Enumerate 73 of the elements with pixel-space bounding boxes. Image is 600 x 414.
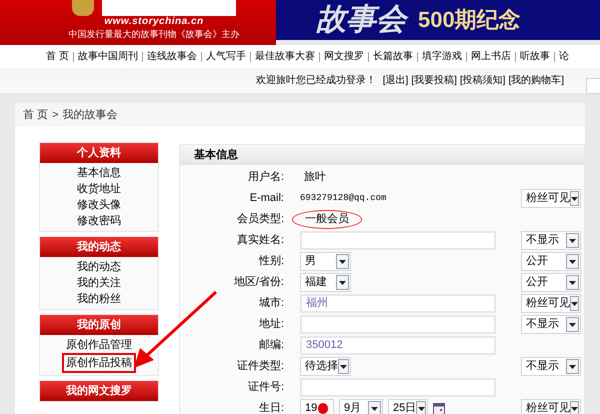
input-field[interactable] [300,231,496,250]
day-dropdown[interactable]: 25日 [388,399,428,414]
account-link[interactable]: [投稿须知] [460,73,506,88]
site-tagline: 中国发行量最大的故事刊物《故事会》主办 [68,28,240,40]
field-value: 一般会员 [292,210,362,229]
field-label: 真实姓名: [236,232,285,248]
privacy-dropdown[interactable]: 不显示 [521,315,581,334]
email-value: 693279128@qq.com [300,192,386,205]
field-label: 证件类型: [236,359,285,374]
form-heading: 基本信息 [180,145,584,165]
privacy-dropdown[interactable]: 不显示 [521,357,581,376]
field-label: 地址: [258,317,285,332]
input-field[interactable]: 福州 [300,294,496,313]
breadcrumb-link[interactable]: 首 页 [23,106,48,124]
dropdown[interactable]: 男 [300,252,351,271]
nav-link[interactable]: 人气写手 [206,49,246,64]
nav-link[interactable]: 网上书店 [470,49,511,64]
field-label: 生日: [258,401,285,414]
sidebar-heading: 个人资料 [40,143,158,163]
input-field[interactable] [300,315,496,334]
sidebar-link[interactable]: 我的关注 [75,275,123,291]
sidebar-link[interactable]: 原创作品投稿 [62,353,136,373]
field-label: 证件号: [246,380,285,396]
field-label: 邮编: [258,338,285,354]
nav-link[interactable]: 论 [558,49,569,64]
sidebar-link[interactable]: 修改头像 [75,197,123,213]
breadcrumb-separator: > [52,108,58,123]
nav-link[interactable]: 听故事 [520,49,550,64]
sidebar-link[interactable]: 基本信息 [75,165,123,181]
mascot-drawing [72,0,94,16]
sidebar-heading: 我的原创 [40,315,158,335]
welcome-text: 欢迎旅叶您已经成功登录！ [256,74,376,88]
field-label: 性别: [258,254,285,270]
sidebar-link[interactable]: 我的粉丝 [75,291,123,307]
account-link[interactable]: [我的购物车] [508,73,564,88]
dropdown[interactable]: 福建 [300,273,351,292]
sidebar-heading: 我的动态 [40,237,158,257]
sidebar-link[interactable]: 修改密码 [75,213,123,229]
banner-subtitle: 500期纪念 [418,9,521,31]
nav-link[interactable]: 连线故事会 [146,49,197,64]
field-value: 旅叶 [303,170,327,186]
sidebar-heading: 我的网文搜罗 [40,381,158,401]
sidebar-link[interactable]: 原创作品管理 [64,337,134,353]
nav-link[interactable]: 长篇故事 [372,49,413,64]
site-url: www.storychina.cn [104,16,204,28]
field-label: 地区/省份: [232,275,285,290]
privacy-dropdown[interactable]: 公开 [521,252,581,271]
dropdown[interactable]: 待选择 [300,357,351,376]
input-field[interactable]: 350012 [300,336,496,355]
nav-link[interactable]: 首 页 [46,49,69,64]
month-dropdown[interactable]: 9月 [339,399,383,414]
breadcrumb-link[interactable]: 我的故事会 [62,106,118,124]
year-input-field[interactable]: 19 [300,399,334,414]
nav-link[interactable]: 最佳故事大赛 [254,49,315,64]
privacy-dropdown[interactable]: 公开 [521,273,581,292]
sidebar-link[interactable]: 收货地址 [75,181,123,197]
field-label: E-mail: [248,191,285,206]
input-field[interactable] [300,378,496,397]
account-link[interactable]: [退出] [382,73,408,88]
field-label: 会员类型: [236,212,285,228]
privacy-dropdown[interactable]: 粉丝可见 [521,399,581,414]
calendar-icon[interactable] [433,402,445,414]
nav-link[interactable]: 填字游戏 [422,49,462,64]
privacy-dropdown[interactable]: 不显示 [521,231,581,250]
field-label: 用户名: [246,170,285,186]
nav-link[interactable]: 故事中国周刊 [78,49,138,64]
privacy-dropdown[interactable]: 粉丝可见 [521,189,581,208]
account-link[interactable]: [我要投稿] [411,73,457,88]
privacy-dropdown[interactable]: 粉丝可见 [521,294,581,313]
redaction-scribble [318,403,328,414]
sidebar-link[interactable]: 我的动态 [75,259,123,275]
nav-link[interactable]: 网文搜罗 [324,49,364,64]
field-label: 城市: [258,296,285,312]
